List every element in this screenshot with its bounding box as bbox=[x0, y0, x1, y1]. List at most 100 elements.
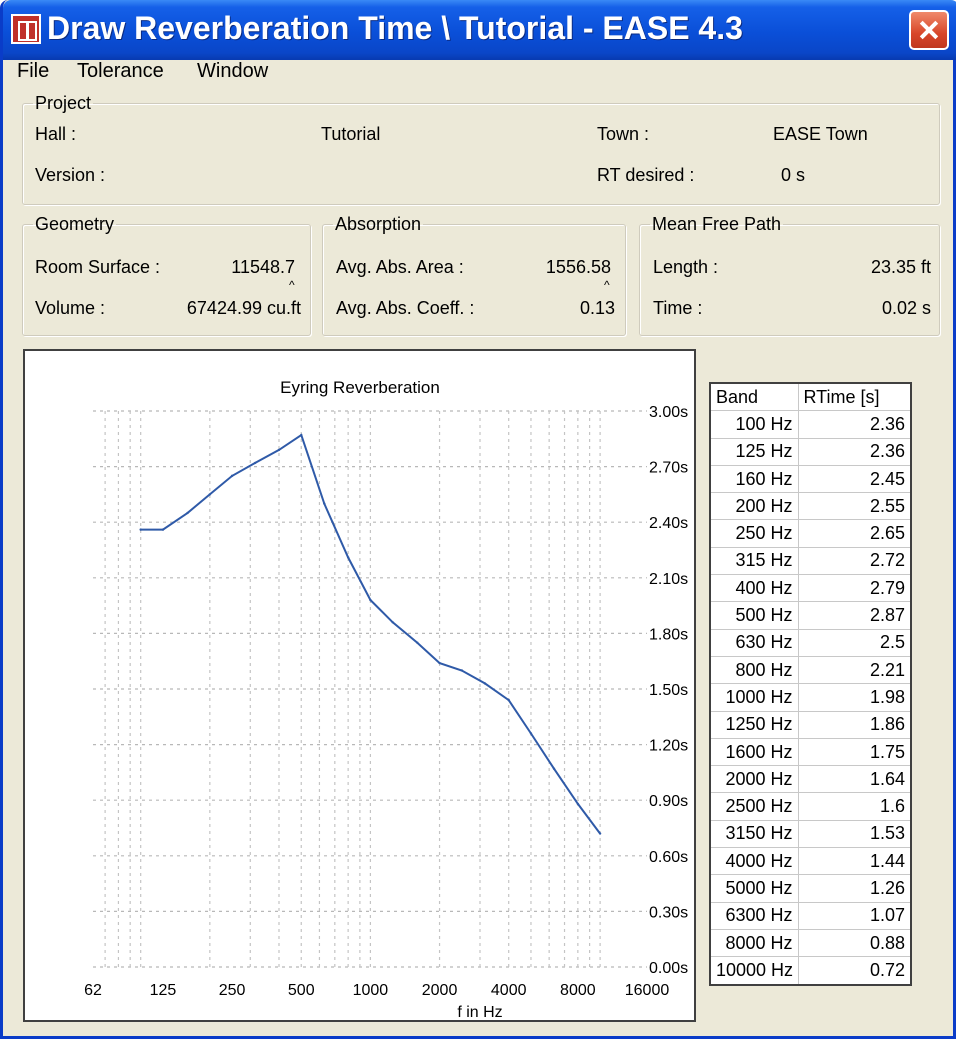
table-row[interactable]: 250 Hz 2.65 bbox=[709, 519, 912, 548]
rtime-cell: 2.21 bbox=[797, 655, 912, 685]
ease-app-icon[interactable] bbox=[11, 14, 41, 44]
y-tick-label: 1.80s bbox=[649, 626, 688, 643]
table-row[interactable]: 1600 Hz 1.75 bbox=[709, 737, 912, 767]
rtime-cell: 1.53 bbox=[797, 819, 912, 849]
rtime-cell: 1.26 bbox=[797, 874, 912, 903]
x-tick-label: 500 bbox=[288, 982, 315, 999]
rt-data-point bbox=[576, 802, 580, 806]
band-cell: 500 Hz bbox=[709, 601, 799, 630]
x-tick-label: 4000 bbox=[491, 982, 527, 999]
band-cell: 125 Hz bbox=[709, 437, 799, 466]
rt-data-point bbox=[208, 493, 212, 496]
rtime-cell: 2.45 bbox=[797, 464, 912, 494]
table-row[interactable]: 4000 Hz 1.44 bbox=[709, 847, 912, 876]
y-tick-label: 2.70s bbox=[649, 460, 688, 477]
hall-label: Hall : bbox=[35, 124, 77, 144]
y-tick-label: 2.10s bbox=[649, 571, 688, 588]
rtime-cell: 2.36 bbox=[797, 410, 912, 439]
band-cell: 6300 Hz bbox=[709, 901, 799, 930]
band-cell: 2500 Hz bbox=[709, 792, 799, 821]
avg-abs-area-unit: ^ bbox=[604, 278, 610, 292]
y-tick-label: 1.20s bbox=[649, 738, 688, 755]
band-cell: 1000 Hz bbox=[709, 683, 799, 712]
x-tick-label: 8000 bbox=[560, 982, 596, 999]
room-surface-label: Room Surface : bbox=[35, 257, 161, 277]
rt-data-point bbox=[529, 732, 533, 735]
band-cell: 1600 Hz bbox=[709, 737, 799, 767]
rtime-cell: 2.55 bbox=[797, 492, 912, 521]
version-label: Version : bbox=[35, 165, 106, 185]
main-window: Draw Reverberation Time \ Tutorial - EAS… bbox=[0, 0, 956, 1039]
table-row[interactable]: 6300 Hz 1.07 bbox=[709, 901, 912, 930]
rt-data-point bbox=[139, 528, 142, 531]
rtime-cell: 1.75 bbox=[797, 737, 912, 767]
rtime-cell: 2.79 bbox=[797, 574, 912, 603]
rt-data-point bbox=[438, 661, 441, 665]
project-legend: Project bbox=[35, 93, 92, 113]
band-cell: 2000 Hz bbox=[709, 765, 799, 794]
geometry-legend: Geometry bbox=[35, 214, 115, 234]
rt-data-point bbox=[416, 641, 419, 644]
absorption-legend: Absorption bbox=[335, 214, 422, 234]
rt-data-point bbox=[277, 448, 281, 452]
table-row[interactable]: 1250 Hz 1.86 bbox=[709, 710, 912, 739]
table-row[interactable]: 100 Hz 2.36 bbox=[709, 410, 912, 439]
rtime-cell: 2.5 bbox=[797, 628, 912, 657]
band-cell: 250 Hz bbox=[709, 519, 799, 548]
x-tick-label: 1000 bbox=[353, 982, 389, 999]
table-row[interactable]: 2000 Hz 1.64 bbox=[709, 765, 912, 794]
y-tick-label: 0.30s bbox=[649, 904, 688, 921]
avg-abs-coeff-label: Avg. Abs. Coeff. : bbox=[336, 298, 475, 318]
menu-tolerance[interactable]: Tolerance bbox=[77, 60, 164, 83]
chart-title: Eyring Reverberation bbox=[280, 378, 440, 397]
time-label: Time : bbox=[653, 298, 703, 318]
table-row[interactable]: 630 Hz 2.5 bbox=[709, 628, 912, 657]
table-row[interactable]: 200 Hz 2.55 bbox=[709, 492, 912, 521]
project-group: Project bbox=[22, 93, 940, 205]
x-tick-label: 16000 bbox=[625, 982, 670, 999]
band-cell: 400 Hz bbox=[709, 574, 799, 603]
rtime-cell: 2.87 bbox=[797, 601, 912, 630]
band-cell: 3150 Hz bbox=[709, 819, 799, 849]
room-surface-value: 11548.7 bbox=[231, 257, 295, 277]
volume-label: Volume : bbox=[35, 298, 106, 318]
rt-data-point bbox=[369, 598, 372, 602]
rt-data-point bbox=[161, 528, 165, 531]
town-value: EASE Town bbox=[773, 124, 868, 144]
time-value: 0.02 s bbox=[881, 298, 931, 318]
rt-data-point bbox=[253, 461, 257, 465]
table-row[interactable]: 315 Hz 2.72 bbox=[709, 546, 912, 576]
menu-bar: File Tolerance Window bbox=[3, 60, 953, 88]
close-button[interactable] bbox=[909, 10, 949, 50]
menu-window[interactable]: Window bbox=[197, 60, 268, 83]
table-row[interactable]: 2500 Hz 1.6 bbox=[709, 792, 912, 821]
rt-data-point bbox=[300, 433, 303, 437]
rtime-cell: 0.88 bbox=[797, 928, 912, 958]
x-tick-label: 250 bbox=[219, 982, 246, 999]
menu-file[interactable]: File bbox=[17, 60, 49, 83]
rt-data-point bbox=[346, 556, 350, 559]
table-row[interactable]: 10000 Hz 0.72 bbox=[709, 956, 912, 986]
x-tick-label: 62 bbox=[84, 982, 102, 999]
table-row[interactable]: 3150 Hz 1.53 bbox=[709, 819, 912, 849]
band-header: Band bbox=[709, 382, 799, 412]
table-row[interactable]: 8000 Hz 0.88 bbox=[709, 928, 912, 958]
x-tick-label: 125 bbox=[150, 982, 177, 999]
table-row[interactable]: 400 Hz 2.79 bbox=[709, 574, 912, 603]
table-row[interactable]: 125 Hz 2.36 bbox=[709, 437, 912, 466]
rtime-cell: 1.6 bbox=[797, 792, 912, 821]
rt-data-point bbox=[186, 511, 189, 515]
rt-data-point bbox=[598, 832, 602, 835]
y-tick-label: 0.00s bbox=[649, 960, 688, 977]
rtime-cell: 1.86 bbox=[797, 710, 912, 739]
table-row[interactable]: 5000 Hz 1.26 bbox=[709, 874, 912, 903]
title-bar[interactable]: Draw Reverberation Time \ Tutorial - EAS… bbox=[3, 0, 956, 60]
table-row[interactable]: 160 Hz 2.45 bbox=[709, 464, 912, 494]
y-tick-label: 1.50s bbox=[649, 682, 688, 699]
table-row[interactable]: 1000 Hz 1.98 bbox=[709, 683, 912, 712]
band-cell: 630 Hz bbox=[709, 628, 799, 657]
y-tick-label: 2.40s bbox=[649, 515, 688, 532]
table-row[interactable]: 500 Hz 2.87 bbox=[709, 601, 912, 630]
table-row[interactable]: 800 Hz 2.21 bbox=[709, 655, 912, 685]
rt-data-point bbox=[507, 698, 510, 702]
